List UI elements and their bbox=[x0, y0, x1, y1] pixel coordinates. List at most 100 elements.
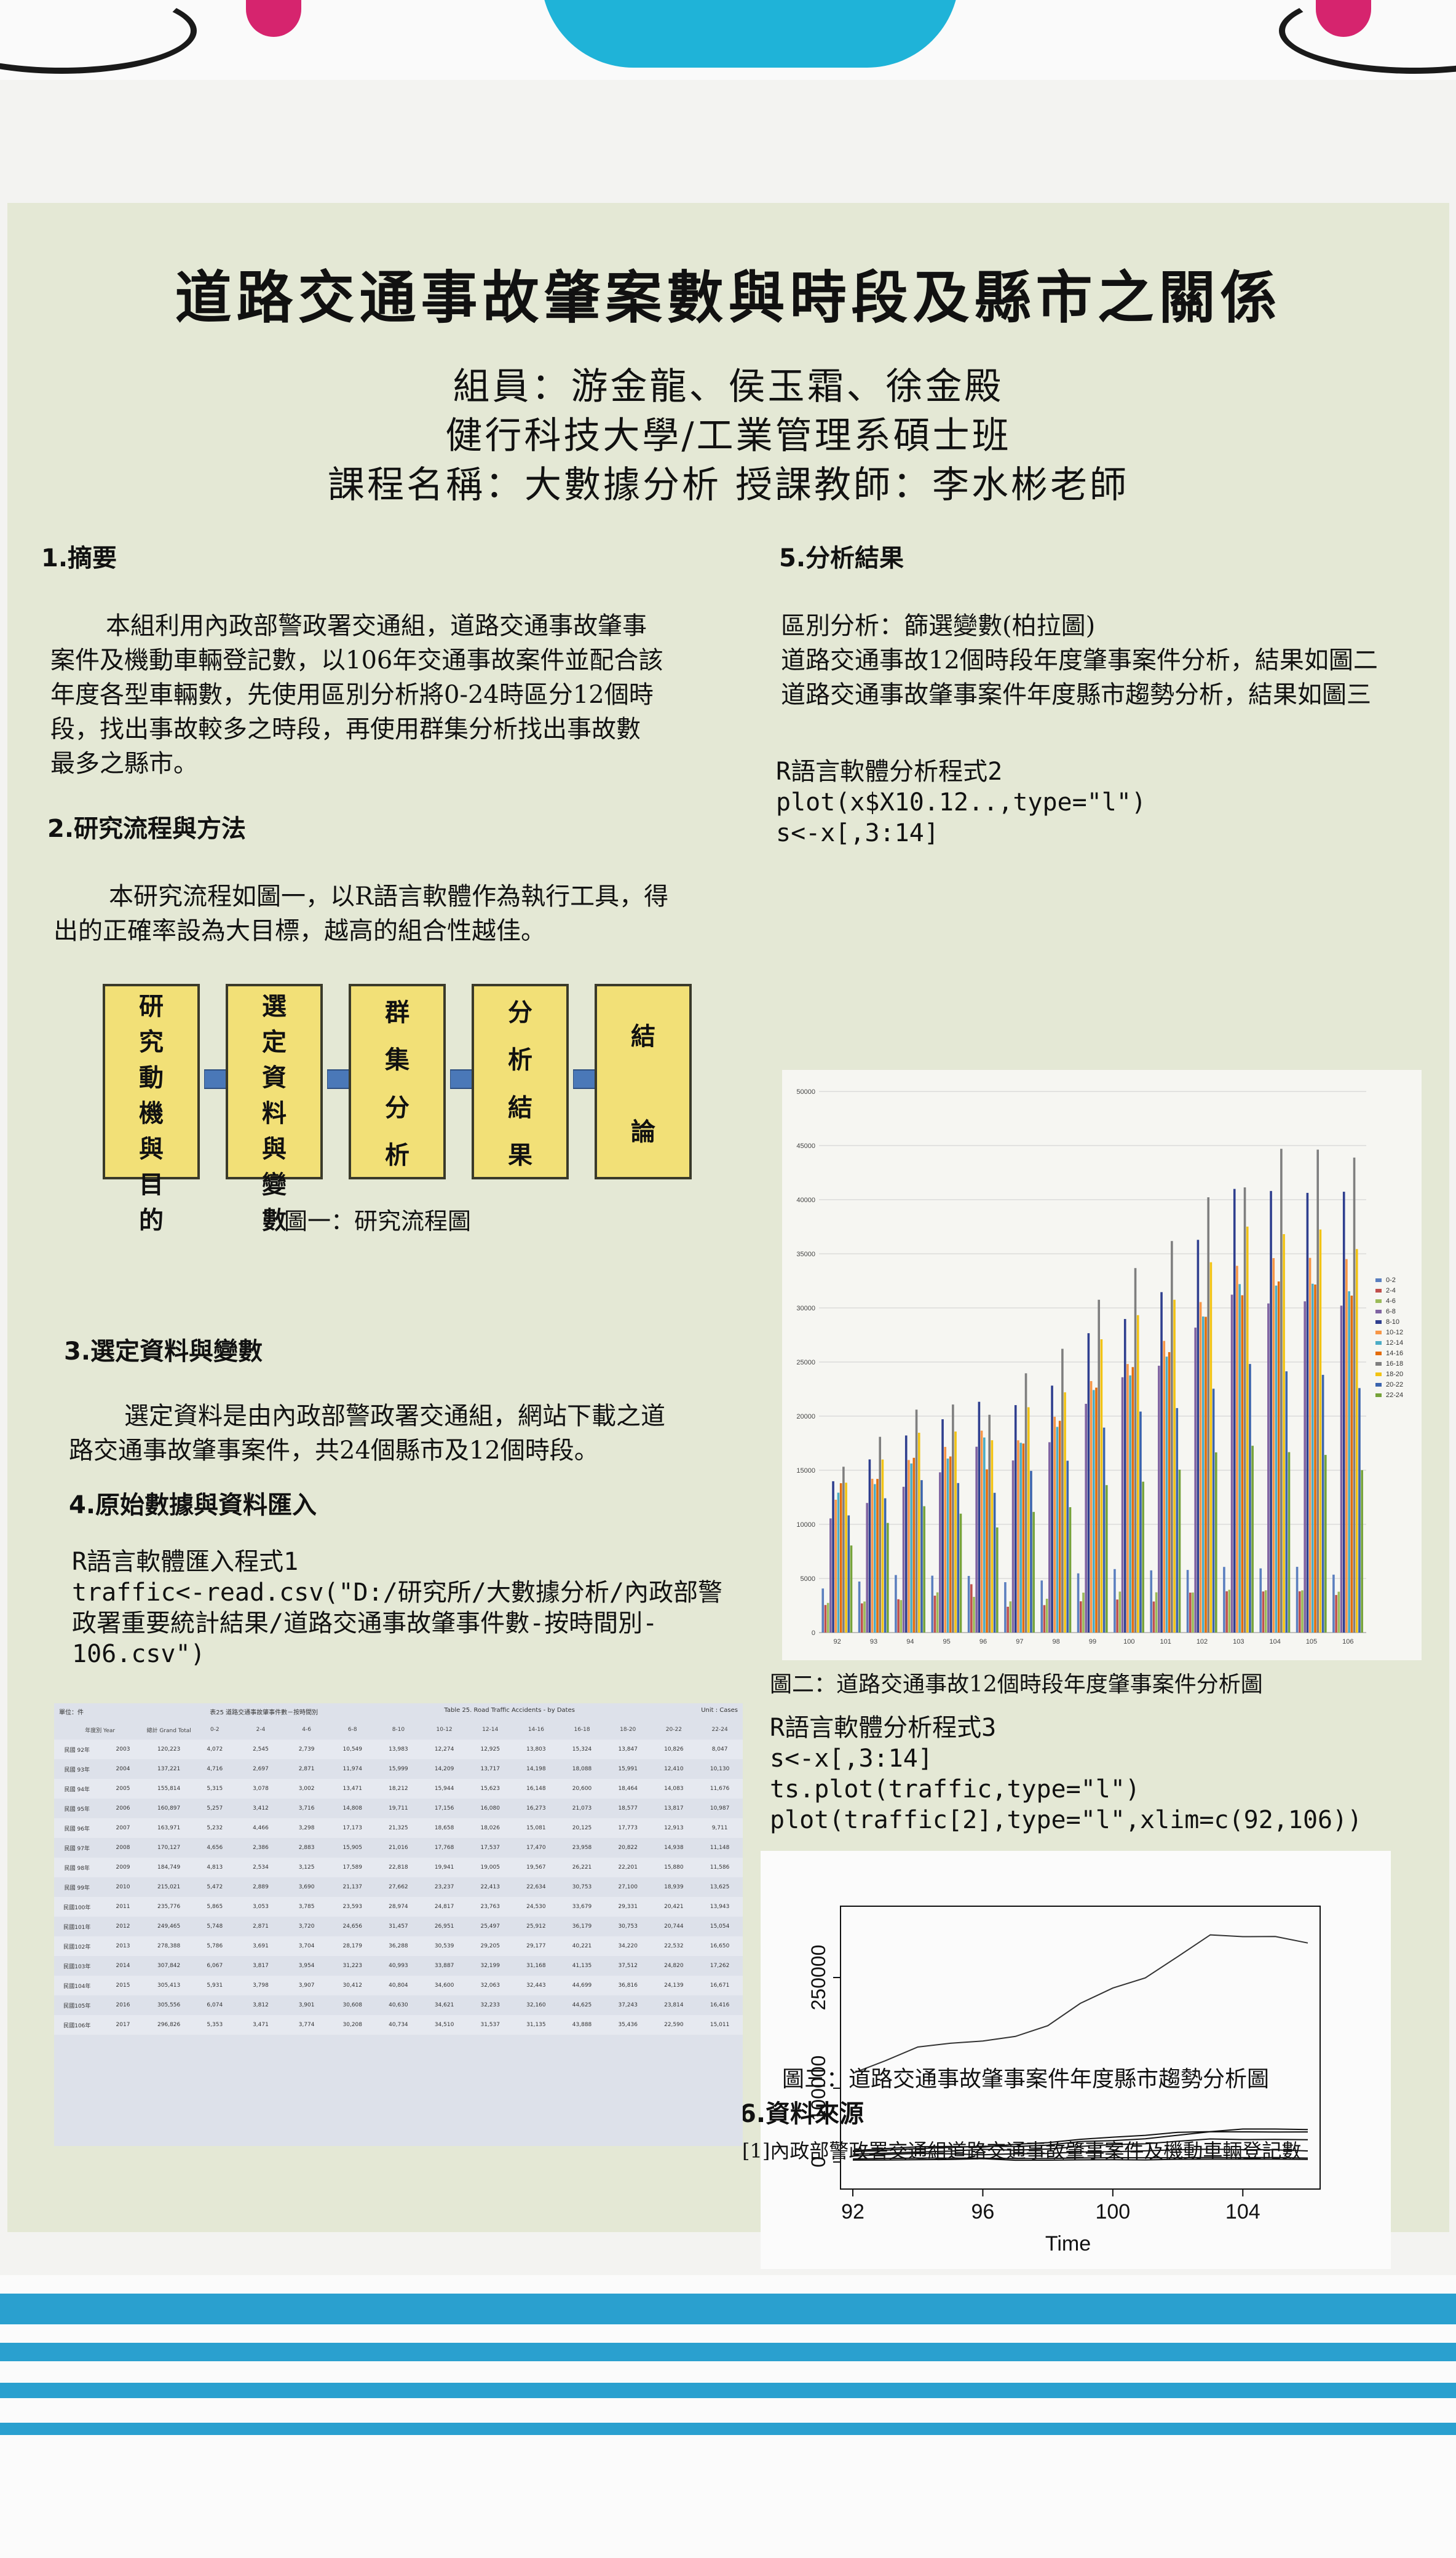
table-cell: 16,273 bbox=[526, 1805, 546, 1812]
section-6-heading: 6.資料來源 bbox=[739, 2100, 865, 2128]
section-2-text: 本研究流程如圖一，以R語言軟體作為執行工具，得 出的正確率設為大目標，越高的組合… bbox=[53, 879, 761, 948]
table-cell: 3,907 bbox=[283, 1976, 330, 1995]
legend-label: 22-24 bbox=[1386, 1392, 1403, 1399]
x-tick-label: 103 bbox=[1233, 1638, 1244, 1645]
flow-step-box: 結論 bbox=[595, 984, 692, 1179]
table-cell: 36,179 bbox=[572, 1923, 592, 1930]
top-decoration bbox=[0, 0, 1456, 80]
section-1-line: 本組利用內政部警政署交通組，道路交通事故肇事 bbox=[106, 612, 647, 640]
table-cell: 3,412 bbox=[253, 1805, 269, 1812]
bar bbox=[858, 1581, 861, 1633]
legend-swatch bbox=[1375, 1299, 1382, 1303]
table-cell: 18,464 bbox=[604, 1779, 651, 1799]
table-cell: 44,699 bbox=[559, 1976, 605, 1995]
table-cell: 3,812 bbox=[253, 2002, 269, 2008]
table-cell: 4,716 bbox=[207, 1766, 223, 1772]
table-cell: 41,135 bbox=[572, 1963, 592, 1969]
bar bbox=[1079, 1601, 1082, 1633]
table-cell: 17,537 bbox=[480, 1845, 500, 1851]
bar bbox=[1335, 1594, 1337, 1633]
code-line: traffic<-read.csv("D:/研究所/大數據分析/內政部警 bbox=[72, 1578, 722, 1607]
legend-swatch bbox=[1375, 1393, 1382, 1397]
table-cell: 民國 98年 bbox=[54, 1858, 100, 1877]
table-cell: 40,630 bbox=[389, 2002, 408, 2008]
table-cell: 33,679 bbox=[559, 1897, 605, 1917]
bar bbox=[839, 1483, 842, 1633]
bar bbox=[1243, 1187, 1246, 1633]
table-cell: 3,954 bbox=[298, 1963, 315, 1969]
bar bbox=[1272, 1258, 1275, 1633]
flow-step-char: 論 bbox=[631, 1117, 655, 1146]
bar bbox=[845, 1483, 847, 1633]
table-header-cell: 0-2 bbox=[210, 1727, 220, 1733]
table-cell: 民國103年 bbox=[63, 1963, 91, 1970]
table-cell: 30,753 bbox=[572, 1884, 592, 1890]
section-5-heading: 5.分析結果 bbox=[779, 544, 904, 572]
bar bbox=[1168, 1352, 1171, 1633]
table-cell: 5,865 bbox=[191, 1897, 238, 1917]
section-3-text: 選定資料是由內政部警政署交通組，網站下載之道 路交通事故肇事案件，共24個縣市及… bbox=[69, 1399, 764, 1468]
table-cell: 14,938 bbox=[664, 1845, 684, 1851]
legend-label: 6-8 bbox=[1386, 1308, 1396, 1315]
table-cell: 17,262 bbox=[710, 1963, 730, 1969]
table-row: 民國 98年 2009 184,749 4,813 2,534 3,125 17,589 22… bbox=[54, 1858, 743, 1877]
bar bbox=[1064, 1392, 1066, 1633]
table-cell: 296,826 bbox=[146, 2015, 192, 2035]
table-cell: 15,991 bbox=[618, 1766, 638, 1772]
legend-label: 10-12 bbox=[1386, 1329, 1403, 1336]
bar bbox=[1342, 1192, 1345, 1633]
bar bbox=[1056, 1427, 1059, 1633]
table-header-cell: 年度別 Year bbox=[85, 1727, 116, 1734]
table-cell: 35,436 bbox=[604, 2015, 651, 2035]
section-1-line: 案件及機動車輛登記數，以106年交通事故案件並配合該 bbox=[50, 646, 663, 675]
bar bbox=[1337, 1591, 1340, 1633]
table-cell: 16,148 bbox=[513, 1779, 560, 1799]
table-cell: 4,813 bbox=[191, 1858, 238, 1877]
figure-3-line-chart: 92 96 100 104 0 100000 250000 Time bbox=[761, 1851, 1391, 2269]
data-table: 年度別 Year 總計 Grand Total 0-2 2-4 4-6 6-8 8-10 10… bbox=[54, 1720, 743, 2035]
table-cell: 5,257 bbox=[207, 1805, 223, 1812]
legend-swatch bbox=[1375, 1320, 1382, 1324]
table-cell: 10,549 bbox=[329, 1740, 376, 1759]
bar bbox=[1312, 1283, 1314, 1633]
raw-data-table: 單位：件 表25 道路交通事故肇事件數－按時間別 Table 25. Road … bbox=[54, 1703, 743, 2146]
table-cell: 170,127 bbox=[157, 1845, 181, 1851]
bar bbox=[1142, 1481, 1144, 1633]
bar bbox=[952, 1404, 954, 1633]
table-cell: 5,931 bbox=[191, 1976, 238, 1995]
flow-step-char: 群 bbox=[385, 997, 410, 1027]
legend-swatch bbox=[1375, 1352, 1382, 1355]
bar bbox=[1102, 1427, 1106, 1633]
x-tick-label: 106 bbox=[1342, 1638, 1353, 1645]
bar bbox=[1165, 1356, 1168, 1633]
bar bbox=[826, 1602, 829, 1633]
legend-swatch bbox=[1375, 1278, 1382, 1282]
series-line bbox=[852, 1934, 1308, 2074]
table-cell: 22,201 bbox=[604, 1858, 651, 1877]
table-row: 民國101年 2012 249,465 5,748 2,871 3,720 24,656 31… bbox=[54, 1917, 743, 1936]
bar bbox=[983, 1437, 986, 1633]
legend-swatch bbox=[1375, 1362, 1382, 1366]
bar bbox=[1353, 1157, 1356, 1633]
bar bbox=[920, 1480, 923, 1633]
bar bbox=[1030, 1471, 1032, 1633]
bar bbox=[1121, 1377, 1124, 1633]
bar bbox=[1189, 1593, 1192, 1633]
table-cell: 2005 bbox=[100, 1779, 146, 1799]
flow-step-char: 定 bbox=[262, 1028, 287, 1056]
bar bbox=[1361, 1470, 1363, 1633]
table-cell: 10,130 bbox=[710, 1766, 730, 1772]
bar bbox=[941, 1419, 944, 1633]
table-cell: 4,072 bbox=[191, 1740, 238, 1759]
table-cell: 37,243 bbox=[618, 2002, 638, 2008]
table-cell: 13,625 bbox=[710, 1884, 730, 1890]
flow-step-box: 群集分析 bbox=[349, 984, 446, 1179]
bar bbox=[1123, 1319, 1126, 1633]
table-cell: 民國102年 bbox=[54, 1936, 100, 1956]
table-cell: 40,804 bbox=[375, 1976, 422, 1995]
table-row: 民國102年 2013 278,388 5,786 3,691 3,704 28,179 36… bbox=[54, 1936, 743, 1956]
table-title-cn: 表25 道路交通事故肇事件數－按時間別 bbox=[210, 1709, 318, 1716]
table-cell: 12,925 bbox=[467, 1740, 513, 1759]
y-tick-label: 250000 bbox=[807, 1945, 829, 2011]
table-cell: 20,125 bbox=[559, 1818, 605, 1838]
